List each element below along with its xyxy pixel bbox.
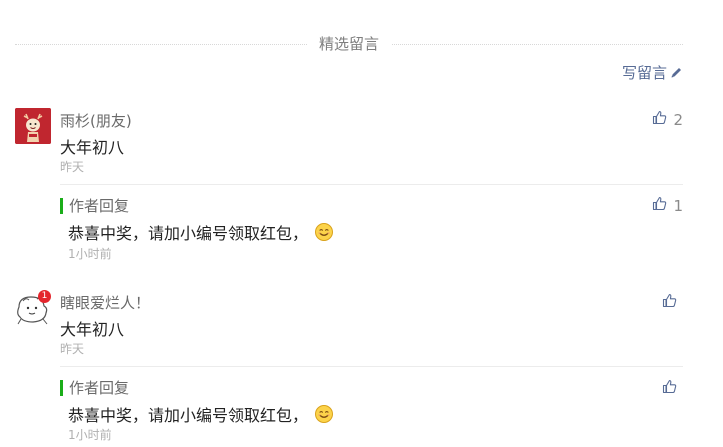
reply-like-button[interactable] (662, 379, 683, 398)
reply-divider (60, 366, 683, 367)
reply-time: 1小时前 (68, 428, 112, 442)
thumb-up-icon (652, 110, 667, 129)
thumb-up-icon (662, 379, 677, 398)
smile-emoji-icon (314, 222, 334, 242)
like-count: 1 (673, 196, 683, 215)
comment-content: 大年初八 (60, 320, 125, 339)
thumb-up-icon (662, 293, 677, 312)
pencil-icon (670, 66, 683, 79)
section-title: 精选留言 (306, 33, 392, 54)
comment-content: 大年初八 (60, 138, 125, 157)
reply-divider (60, 184, 683, 185)
comment-nickname[interactable]: 雨杉(朋友) (60, 110, 132, 131)
smile-emoji-icon (314, 404, 334, 424)
section-header: 精选留言 (15, 30, 683, 56)
reply-text: 恭喜中奖，请加小编号领取红包， (68, 224, 309, 243)
reply-content: 恭喜中奖，请加小编号领取红包， (68, 402, 334, 426)
reply-text: 恭喜中奖，请加小编号领取红包， (68, 406, 309, 425)
like-count: 2 (673, 110, 683, 129)
reply-time: 1小时前 (68, 247, 112, 261)
reply-author-label: 作者回复 (60, 380, 129, 396)
comment-time: 昨天 (60, 160, 85, 174)
reply-author-label: 作者回复 (60, 198, 129, 214)
write-comment-link[interactable]: 写留言 (622, 62, 683, 83)
reply-content: 恭喜中奖，请加小编号领取红包， (68, 220, 334, 244)
thumb-up-icon (652, 196, 667, 215)
comments-page: 精选留言 写留言 雨杉(朋友) 大年初八 昨天 2 作者回复 恭喜中奖，请加小编… (0, 0, 723, 447)
write-comment-label: 写留言 (621, 64, 667, 82)
notification-badge: 1 (38, 290, 51, 303)
avatar[interactable] (15, 108, 51, 144)
comment-nickname[interactable]: 瞎眼爱烂人！ (60, 292, 150, 313)
comment-time: 昨天 (60, 342, 85, 356)
comment-like-button[interactable] (662, 293, 683, 312)
comment-like-button[interactable]: 2 (652, 110, 683, 129)
reply-like-button[interactable]: 1 (652, 196, 683, 215)
